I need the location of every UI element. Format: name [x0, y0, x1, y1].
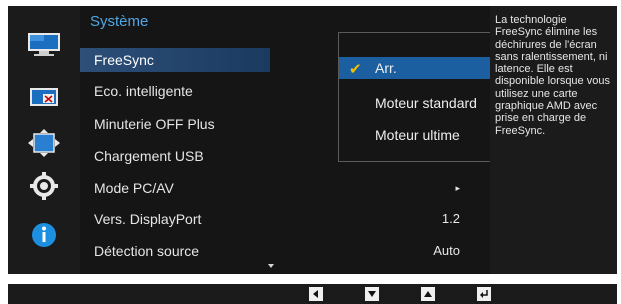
submenu-option-label: Moteur ultime: [375, 127, 460, 143]
menu-item-label: Détection source: [94, 243, 200, 259]
enter-icon[interactable]: [477, 287, 491, 301]
menu-item-detection-source[interactable]: Détection source Auto: [80, 239, 472, 263]
menu-item-label: Chargement USB: [94, 148, 204, 164]
menu-item-label: Minuterie OFF Plus: [94, 116, 215, 132]
picture-icon[interactable]: [27, 31, 61, 59]
onscreen-display-icon[interactable]: [27, 129, 61, 157]
osd-window: Système FreeSync Eco. intelligente Minut…: [8, 6, 617, 274]
menu-item-vers-displayport[interactable]: Vers. DisplayPort 1.2: [80, 207, 472, 231]
down-arrow-icon[interactable]: [365, 287, 379, 301]
scroll-down-indicator-icon[interactable]: [268, 264, 274, 268]
description-text: La technologie FreeSync élimine les déch…: [495, 14, 610, 137]
left-arrow-icon[interactable]: [309, 287, 323, 301]
submenu-option-label: Arr.: [375, 60, 397, 76]
icon-sidebar: [8, 6, 80, 274]
menu-item-label: Vers. DisplayPort: [94, 211, 202, 227]
checkmark-icon: ✔: [349, 61, 362, 78]
submenu-option-label: Moteur standard: [375, 95, 477, 111]
menu-item-mode-pc-av[interactable]: Mode PC/AV ▸: [80, 176, 472, 200]
menu-item-value: 1.2: [441, 211, 460, 226]
system-gear-icon[interactable]: [27, 172, 61, 200]
menu-item-label: Mode PC/AV: [94, 180, 174, 196]
menu-item-label: FreeSync: [94, 52, 154, 68]
information-icon[interactable]: [27, 221, 61, 249]
menu-item-value: ▸: [455, 183, 460, 193]
button-guide-bar: [8, 284, 617, 304]
description-panel: La technologie FreeSync élimine les déch…: [490, 6, 617, 274]
menu-item-label: Eco. intelligente: [94, 83, 193, 99]
up-arrow-icon[interactable]: [421, 287, 435, 301]
menu-item-value: Auto: [433, 243, 460, 258]
menu-title: Système: [90, 13, 149, 30]
system-menu: Système FreeSync Eco. intelligente Minut…: [80, 6, 548, 274]
pip-icon[interactable]: [27, 83, 61, 111]
